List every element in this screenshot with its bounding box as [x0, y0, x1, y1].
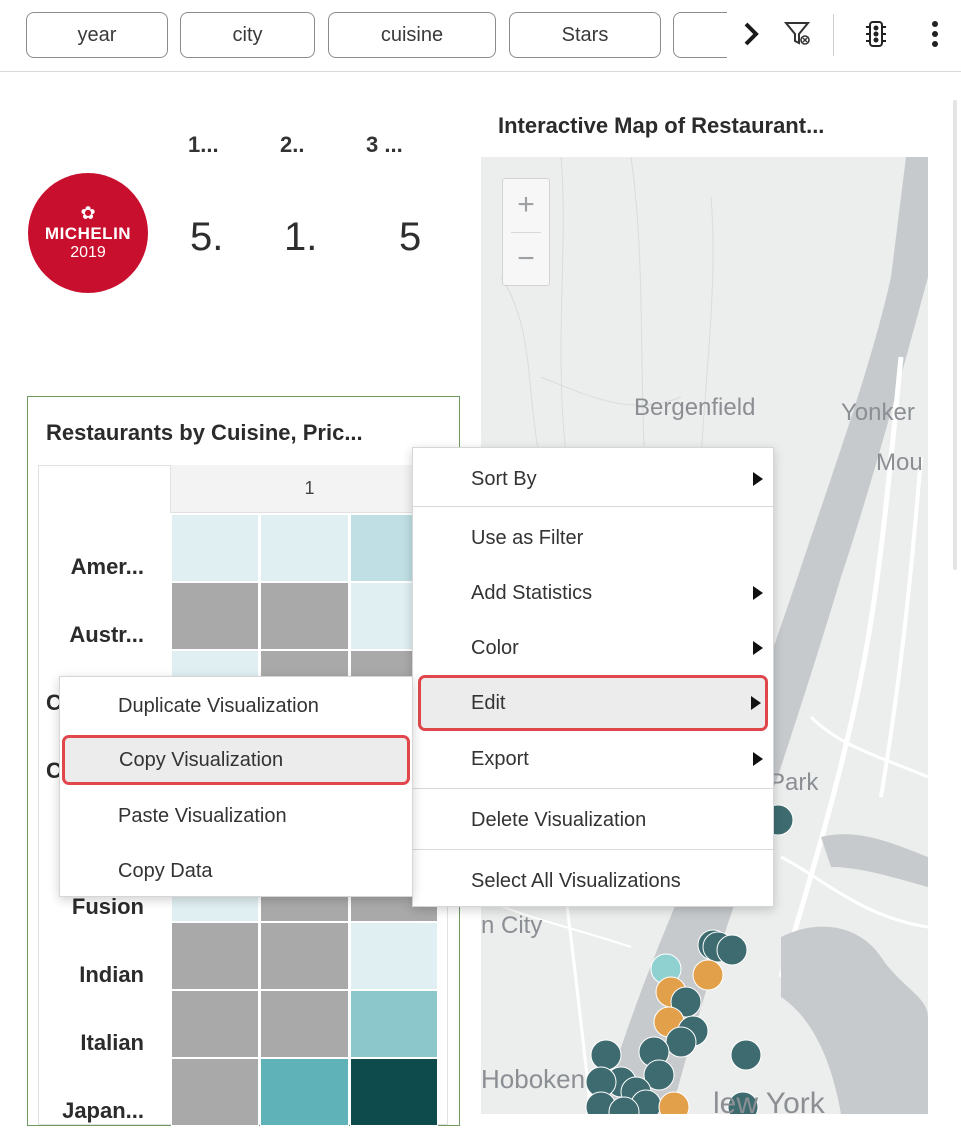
- heatmap-cell[interactable]: [260, 922, 349, 990]
- map-label: Mou: [876, 449, 923, 476]
- heatmap-cell[interactable]: [260, 990, 349, 1058]
- toolbar-divider: [833, 14, 834, 56]
- michelin-brand: MICHELIN: [44, 224, 132, 243]
- kpi-value-1: 5.: [190, 215, 224, 259]
- menu-item-label: Delete Visualization: [471, 808, 647, 831]
- map-label: Bergenfield: [634, 394, 756, 421]
- menu-divider: [413, 506, 773, 507]
- menu-item-label: Use as Filter: [471, 526, 584, 549]
- heatmap-cell[interactable]: [171, 922, 259, 990]
- submenu-arrow-icon: [753, 586, 763, 600]
- map-title: Interactive Map of Restaurant...: [498, 113, 825, 138]
- heatmap-row-label: Indian: [79, 962, 144, 987]
- menu-item-select-all-visualizations[interactable]: Select All Visualizations: [413, 855, 773, 907]
- menu-item-label: Add Statistics: [471, 581, 593, 604]
- heatmap-cell[interactable]: [350, 990, 438, 1058]
- submenu-item-duplicate-visualization[interactable]: Duplicate Visualization: [60, 680, 412, 732]
- filter-pill-truncated[interactable]: [673, 12, 727, 58]
- heatmap-row-label: Japan...: [62, 1098, 144, 1123]
- filter-pill-city[interactable]: city: [180, 12, 315, 58]
- chevron-right-icon[interactable]: [736, 14, 766, 54]
- traffic-light-icon[interactable]: [858, 14, 894, 54]
- kpi-header-1: 1...: [188, 132, 219, 157]
- canvas-scrollbar[interactable]: [953, 100, 957, 570]
- menu-item-export[interactable]: Export: [413, 733, 773, 785]
- menu-item-label: Duplicate Visualization: [118, 694, 319, 717]
- heatmap-cell[interactable]: [260, 1058, 349, 1126]
- submenu-item-copy-visualization[interactable]: Copy Visualization: [62, 735, 410, 785]
- michelin-year: 2019: [70, 244, 106, 261]
- menu-item-label: Select All Visualizations: [471, 869, 681, 892]
- heatmap-row-label: Amer...: [70, 554, 144, 579]
- kpi-header-2: 2..: [280, 132, 305, 157]
- menu-item-label: Color: [471, 636, 519, 659]
- heatmap-cell[interactable]: [171, 582, 259, 650]
- menu-item-label: Export: [471, 747, 529, 770]
- submenu-arrow-icon: [751, 696, 761, 710]
- zoom-in-button[interactable]: +: [503, 179, 549, 231]
- map-label: Yonker: [841, 399, 915, 426]
- menu-divider: [413, 849, 773, 850]
- heatmap-cell[interactable]: [350, 922, 438, 990]
- map-label: Park: [769, 769, 819, 796]
- map-zoom-control: + −: [502, 178, 550, 286]
- submenu-arrow-icon: [753, 472, 763, 486]
- edit-submenu: Duplicate Visualization Copy Visualizati…: [59, 676, 413, 897]
- submenu-arrow-icon: [753, 752, 763, 766]
- heatmap-cell[interactable]: [171, 990, 259, 1058]
- submenu-item-paste-visualization[interactable]: Paste Visualization: [60, 790, 412, 842]
- heatmap-cell[interactable]: [171, 1058, 259, 1126]
- menu-item-color[interactable]: Color: [413, 622, 773, 674]
- menu-item-sort-by[interactable]: Sort By: [413, 453, 773, 505]
- heatmap-cell[interactable]: [260, 514, 349, 582]
- filter-bar: year city cuisine Stars: [0, 0, 961, 72]
- map-label: lew York: [713, 1087, 825, 1114]
- map-label: Hoboken: [481, 1064, 586, 1094]
- menu-item-label: Copy Data: [118, 859, 213, 882]
- menu-item-label: Sort By: [471, 467, 537, 490]
- heatmap-column-header: 1: [170, 465, 448, 513]
- kpi-value-3: 5: [399, 215, 422, 259]
- menu-item-label: Edit: [471, 691, 506, 714]
- kpi-header-3: 3 ...: [366, 132, 403, 157]
- menu-item-use-as-filter[interactable]: Use as Filter: [413, 512, 773, 564]
- heatmap-cell[interactable]: [350, 1058, 438, 1126]
- filter-pill-cuisine[interactable]: cuisine: [328, 12, 496, 58]
- heatmap-row-label: Italian: [80, 1030, 144, 1055]
- filter-pill-stars[interactable]: Stars: [509, 12, 661, 58]
- kpi-value-2: 1.: [284, 215, 318, 259]
- heatmap-cell[interactable]: [260, 582, 349, 650]
- heatmap-cell[interactable]: [171, 514, 259, 582]
- menu-item-add-statistics[interactable]: Add Statistics: [413, 567, 773, 619]
- michelin-star-icon: ✿: [80, 203, 96, 223]
- kebab-menu-icon[interactable]: [922, 14, 948, 54]
- filter-pill-year[interactable]: year: [26, 12, 168, 58]
- submenu-item-copy-data[interactable]: Copy Data: [60, 845, 412, 897]
- menu-item-label: Copy Visualization: [119, 748, 284, 771]
- menu-item-delete-visualization[interactable]: Delete Visualization: [413, 794, 773, 846]
- submenu-arrow-icon: [753, 641, 763, 655]
- heatmap-row-label: Austr...: [69, 622, 144, 647]
- menu-divider: [413, 788, 773, 789]
- michelin-badge: ✿ MICHELIN 2019: [28, 173, 148, 293]
- map-label: n City: [481, 912, 543, 939]
- filter-icon[interactable]: [780, 14, 816, 54]
- menu-item-edit[interactable]: Edit: [418, 675, 768, 731]
- zoom-out-button[interactable]: −: [503, 233, 549, 285]
- context-menu: Sort By Use as Filter Add Statistics Col…: [412, 447, 774, 907]
- heatmap-title: Restaurants by Cuisine, Pric...: [46, 420, 363, 445]
- menu-item-label: Paste Visualization: [118, 804, 287, 827]
